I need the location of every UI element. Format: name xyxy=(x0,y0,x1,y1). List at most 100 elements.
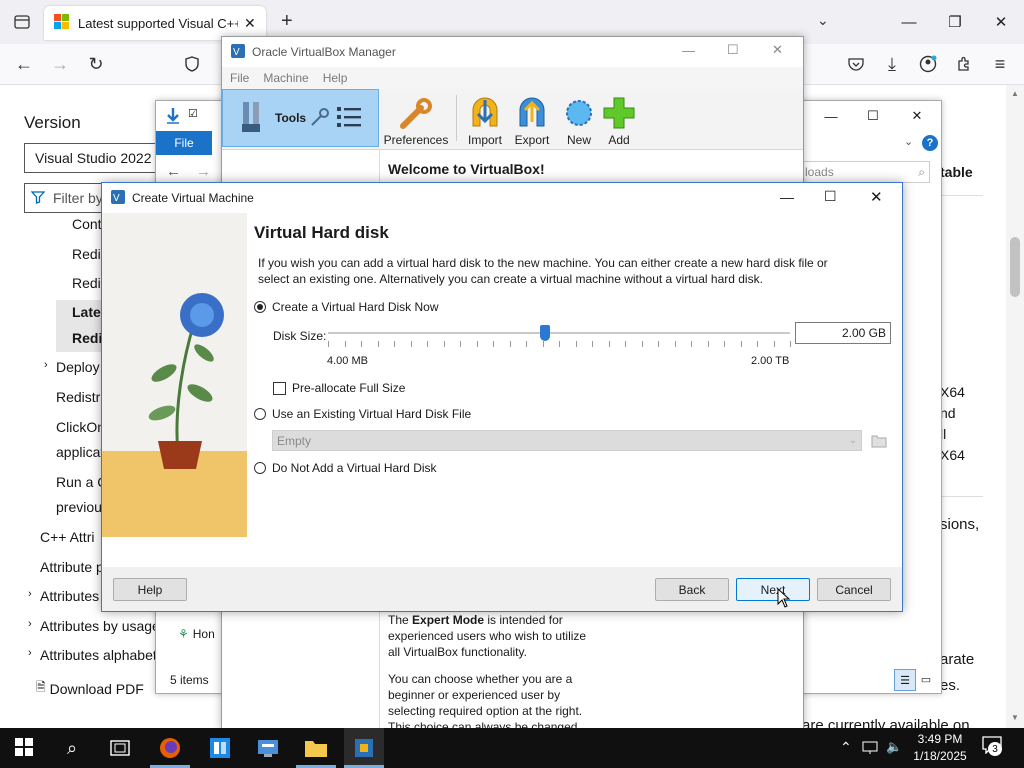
page-scrollbar[interactable]: ▲ ▼ xyxy=(1006,85,1024,728)
browser-tab[interactable]: Latest supported Visual C++ Re ✕ xyxy=(44,6,266,40)
explorer-back-icon[interactable]: ← xyxy=(166,163,181,180)
nav-item[interactable]: previou xyxy=(56,499,102,515)
radio-existing-disk[interactable]: Use an Existing Virtual Hard Disk File xyxy=(254,407,471,421)
restore-icon[interactable]: ❐ xyxy=(932,7,978,37)
nav-item[interactable]: Attributes alphabet xyxy=(40,647,157,663)
next-button[interactable]: Next xyxy=(736,578,810,601)
nav-item[interactable]: Cont xyxy=(72,216,102,232)
chevron-right-icon[interactable]: › xyxy=(28,647,32,659)
forward-arrow-icon[interactable]: → xyxy=(46,50,74,78)
details-view-icon[interactable]: ☰ xyxy=(894,669,916,691)
help-icon[interactable]: ? xyxy=(922,135,938,151)
reload-icon[interactable]: ↻ xyxy=(82,50,110,78)
wrench-icon xyxy=(310,107,330,130)
chevron-right-icon[interactable]: › xyxy=(44,359,48,371)
nav-item[interactable]: C++ Attri xyxy=(40,529,94,545)
chevron-right-icon[interactable]: › xyxy=(28,588,32,600)
volume-icon[interactable]: 🔈 xyxy=(886,739,902,755)
explorer-forward-icon[interactable]: → xyxy=(196,163,211,180)
nav-item[interactable]: Redi xyxy=(72,330,102,346)
ribbon-file-tab[interactable]: File xyxy=(156,131,212,155)
scroll-down-icon[interactable]: ▼ xyxy=(1011,713,1019,722)
explorer-close-icon[interactable]: ✕ xyxy=(902,105,932,127)
server-manager-icon[interactable] xyxy=(248,728,288,768)
download-pdf-link[interactable]: 🗎 Download PDF xyxy=(36,678,144,699)
network-icon[interactable] xyxy=(862,739,878,758)
slider-thumb[interactable] xyxy=(540,325,550,341)
disk-size-slider[interactable] xyxy=(328,325,791,355)
file-explorer-icon[interactable] xyxy=(296,728,336,768)
tools-item[interactable]: Tools xyxy=(222,89,379,147)
back-arrow-icon[interactable]: ← xyxy=(10,50,38,78)
scroll-up-icon[interactable]: ▲ xyxy=(1011,89,1019,98)
version-select[interactable]: Visual Studio 2022 xyxy=(24,143,174,173)
explorer-maximize-icon[interactable]: ☐ xyxy=(858,105,888,127)
nav-item[interactable]: Attribute p xyxy=(40,559,104,575)
disk-size-input[interactable]: 2.00 GB xyxy=(795,322,891,344)
extensions-icon[interactable] xyxy=(950,50,978,78)
nav-item[interactable]: Redistri xyxy=(56,389,103,405)
dialog-close-icon[interactable]: ✕ xyxy=(870,188,883,206)
nav-item[interactable]: Run a C xyxy=(56,474,107,490)
chevron-down-icon[interactable]: ⌄ xyxy=(817,12,829,29)
minimize-icon[interactable]: — xyxy=(886,7,932,37)
add-button[interactable]: Add xyxy=(600,91,638,147)
back-button[interactable]: Back xyxy=(655,578,729,601)
checkbox-icon: ☑ xyxy=(188,108,198,120)
existing-disk-select[interactable]: Empty ⌄ xyxy=(272,430,862,451)
start-button[interactable] xyxy=(4,728,44,768)
chevron-up-icon[interactable]: ⌃ xyxy=(840,739,852,756)
nav-item[interactable]: applicat xyxy=(56,444,104,460)
nav-item[interactable]: Deploy xyxy=(56,359,100,375)
explorer-search-input[interactable]: loads ⌕ xyxy=(802,161,930,183)
slider-tick xyxy=(609,341,610,347)
chevron-right-icon[interactable]: › xyxy=(28,618,32,630)
new-tab-icon[interactable]: + xyxy=(281,10,293,33)
vbox-minimize-icon[interactable]: — xyxy=(682,43,695,58)
preallocate-checkbox[interactable]: Pre-allocate Full Size xyxy=(273,381,405,395)
vbox-close-icon[interactable]: ✕ xyxy=(772,42,783,58)
menu-help[interactable]: Help xyxy=(323,71,348,85)
list-icon[interactable] xyxy=(336,105,362,132)
search-icon[interactable]: ⌕ xyxy=(52,728,92,768)
nav-item[interactable]: Attributes xyxy=(40,588,99,604)
nav-item[interactable]: Attributes by usage xyxy=(40,618,160,634)
menu-file[interactable]: File xyxy=(230,71,249,85)
radio-create-disk[interactable]: Create a Virtual Hard Disk Now xyxy=(254,300,439,314)
download-icon[interactable]: ⤓ xyxy=(878,50,906,78)
tree-item-home[interactable]: ⚘ Hon xyxy=(178,627,215,641)
office-app-icon[interactable] xyxy=(200,728,240,768)
task-view-icon[interactable] xyxy=(100,728,140,768)
close-tab-icon[interactable]: ✕ xyxy=(244,15,256,32)
help-button[interactable]: Help xyxy=(113,578,187,601)
clock[interactable]: 3:49 PM 1/18/2025 xyxy=(912,731,968,765)
notification-center[interactable]: 3 xyxy=(982,736,1002,757)
dialog-minimize-icon[interactable]: — xyxy=(780,189,794,205)
account-icon[interactable] xyxy=(914,50,942,78)
vbox-maximize-icon[interactable]: ☐ xyxy=(727,42,739,58)
content-fragment: are currently available on xyxy=(802,718,970,728)
cancel-button[interactable]: Cancel xyxy=(817,578,891,601)
dialog-maximize-icon[interactable]: ☐ xyxy=(824,188,837,205)
radio-no-disk[interactable]: Do Not Add a Virtual Hard Disk xyxy=(254,461,437,475)
thumbnail-view-icon[interactable]: ▭ xyxy=(916,669,936,689)
explorer-minimize-icon[interactable]: — xyxy=(816,105,846,127)
nav-item[interactable]: ClickOn xyxy=(56,419,105,435)
vbox-toolbar: Tools Preferences Import Export New Add xyxy=(222,89,803,150)
tab-list-icon[interactable] xyxy=(8,8,36,36)
pocket-icon[interactable] xyxy=(842,50,870,78)
menu-machine[interactable]: Machine xyxy=(263,71,308,85)
import-button[interactable]: Import xyxy=(462,91,508,147)
firefox-icon[interactable] xyxy=(150,728,190,768)
export-button[interactable]: Export xyxy=(510,91,554,147)
preferences-label: Preferences xyxy=(383,133,449,147)
preferences-button[interactable]: Preferences xyxy=(383,91,449,147)
expand-ribbon-icon[interactable]: ⌄ xyxy=(904,135,913,148)
close-icon[interactable]: ✕ xyxy=(978,7,1024,37)
new-button[interactable]: New xyxy=(560,91,598,147)
folder-icon[interactable] xyxy=(870,432,888,450)
shield-icon[interactable] xyxy=(178,50,206,78)
scrollbar-thumb[interactable] xyxy=(1010,237,1020,297)
virtualbox-taskbar-icon[interactable] xyxy=(344,728,384,768)
hamburger-menu-icon[interactable]: ≡ xyxy=(986,50,1014,78)
